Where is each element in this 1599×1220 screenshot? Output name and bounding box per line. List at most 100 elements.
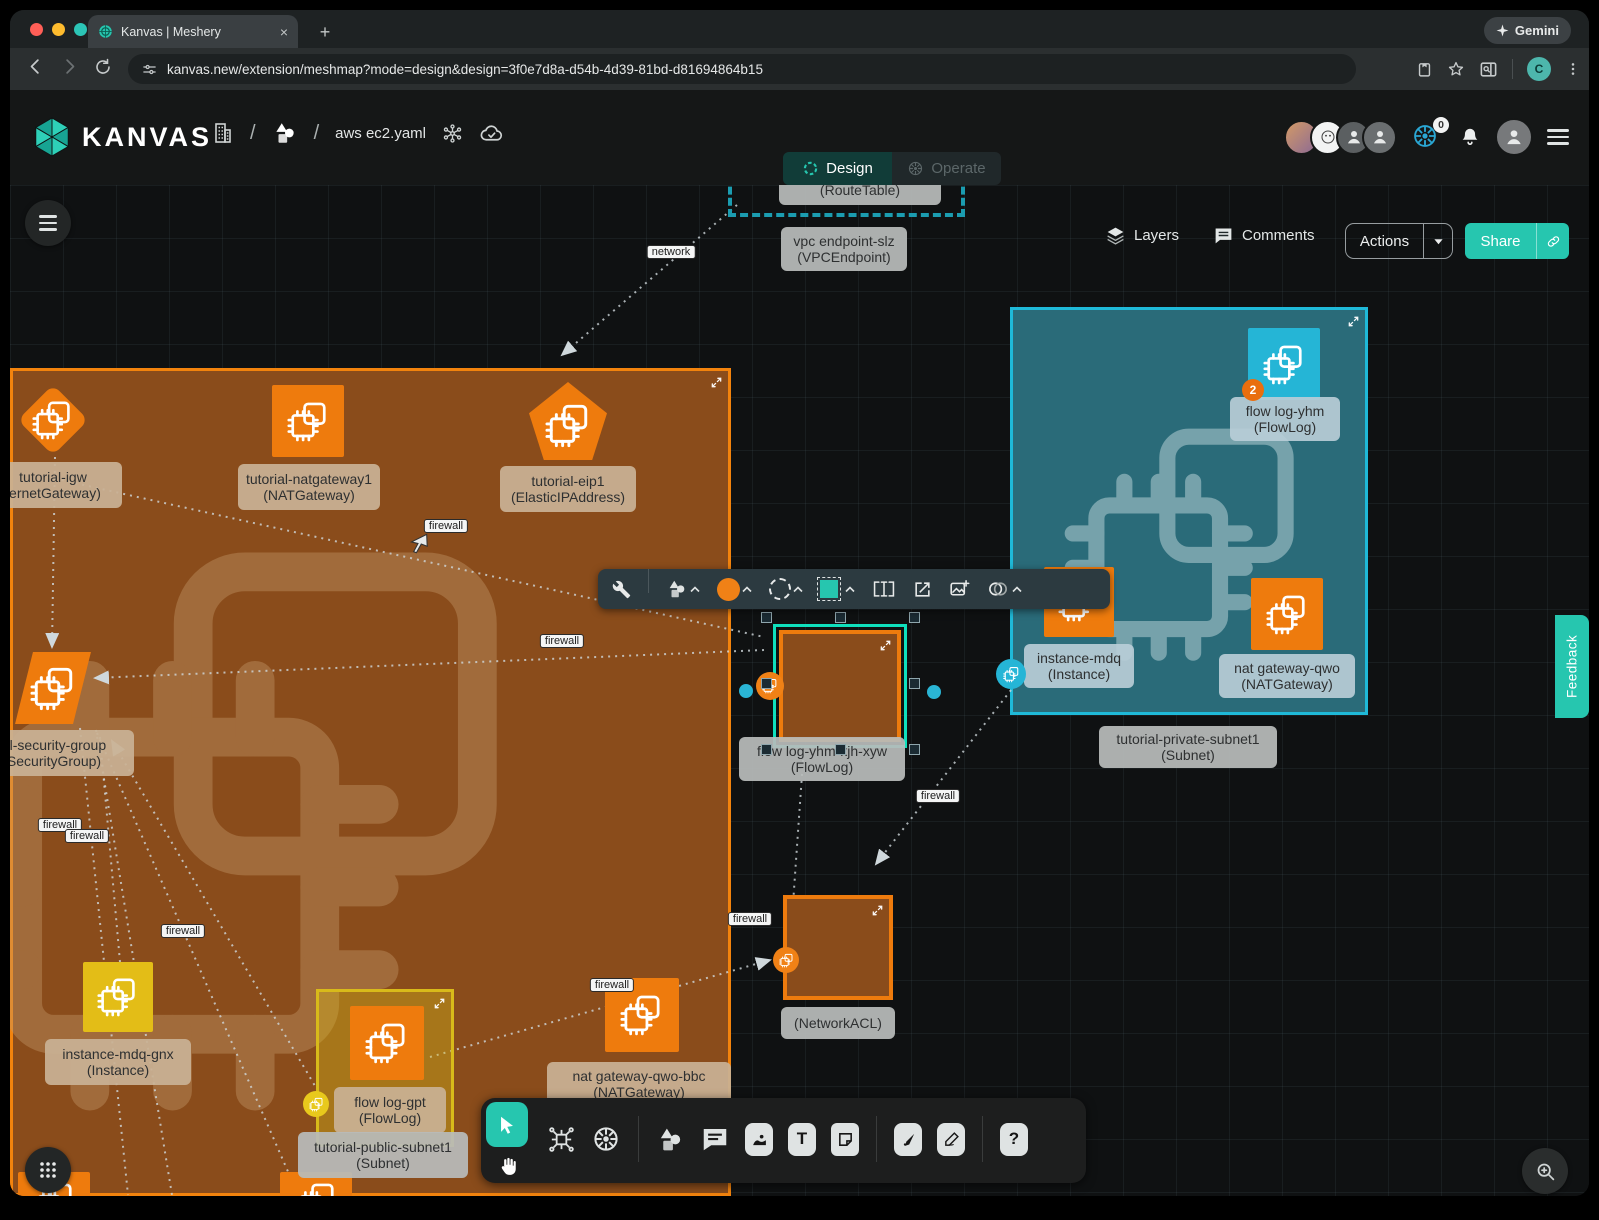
connection-dot[interactable]: [927, 685, 941, 699]
rename-icon[interactable]: [872, 579, 896, 599]
reload-icon[interactable]: [86, 58, 120, 81]
actions-button[interactable]: Actions: [1345, 223, 1453, 259]
share-button[interactable]: Share: [1465, 223, 1569, 259]
collapse-icon[interactable]: [871, 904, 884, 917]
grid-menu-button[interactable]: [25, 1147, 71, 1193]
pan-tool-button[interactable]: [492, 1152, 522, 1180]
node-nat-gateway-qwo[interactable]: [1251, 578, 1323, 650]
node-badge[interactable]: 2: [1242, 379, 1264, 401]
canvas-menu-button[interactable]: [25, 200, 71, 246]
workspace-shapes-icon[interactable]: [272, 120, 298, 146]
node-badge[interactable]: [996, 659, 1026, 689]
browser-urlbar: kanvas.new/extension/meshmap?mode=design…: [10, 48, 1589, 90]
design-file-name[interactable]: aws ec2.yaml: [335, 125, 426, 142]
comments-button[interactable]: Comments: [1213, 225, 1315, 246]
window-zoom-button[interactable]: [74, 23, 87, 36]
selection-handle[interactable]: [909, 678, 920, 689]
help-tool-icon[interactable]: ?: [1000, 1123, 1028, 1156]
chrome-profile-avatar[interactable]: C: [1527, 57, 1551, 81]
selection-handle[interactable]: [835, 612, 846, 623]
chip-icon: [779, 953, 794, 968]
add-image-icon[interactable]: [949, 579, 970, 600]
new-tab-button[interactable]: +: [313, 20, 337, 44]
browser-tab[interactable]: Kanvas | Meshery ×: [88, 15, 298, 48]
border-style-button[interactable]: [769, 578, 803, 600]
organization-icon[interactable]: [210, 120, 234, 146]
zoom-in-icon: [1535, 1161, 1556, 1182]
selection-color-button[interactable]: [820, 580, 855, 598]
site-settings-icon[interactable]: [142, 62, 157, 77]
feedback-tab[interactable]: Feedback: [1555, 615, 1589, 718]
connection-dot[interactable]: [739, 684, 753, 698]
node-tutorial-natgateway1[interactable]: [272, 385, 344, 457]
window-close-button[interactable]: [30, 23, 43, 36]
side-panel-search-icon[interactable]: [1479, 60, 1498, 79]
canvas[interactable]: Layers Comments Actions Share: [10, 185, 1589, 1196]
avatar-user-4[interactable]: [1362, 120, 1397, 155]
media-tool-icon[interactable]: [745, 1123, 773, 1156]
collapse-icon[interactable]: [710, 376, 723, 389]
tab-design[interactable]: Design: [783, 152, 892, 185]
selection-handle[interactable]: [761, 744, 772, 755]
node-badge[interactable]: [773, 947, 799, 973]
k8s-context-switcher[interactable]: 0: [1411, 122, 1445, 152]
browser-window: Kanvas | Meshery × + Gemini kan: [10, 10, 1589, 1196]
window-minimize-button[interactable]: [52, 23, 65, 36]
selection-handle[interactable]: [909, 612, 920, 623]
actions-dropdown-icon[interactable]: [1424, 236, 1452, 247]
selection-handle[interactable]: [835, 744, 846, 755]
node-tutorial-igw[interactable]: [18, 385, 88, 455]
edge[interactable]: [562, 205, 737, 355]
url-input[interactable]: kanvas.new/extension/meshmap?mode=design…: [128, 54, 1356, 84]
mesh-sync-icon[interactable]: [442, 123, 463, 144]
note-tool-icon[interactable]: [831, 1123, 859, 1156]
bookmark-star-icon[interactable]: [1447, 60, 1465, 78]
node-badge[interactable]: [303, 1091, 329, 1117]
kanvas-logo[interactable]: [32, 116, 72, 158]
copy-link-icon[interactable]: [1537, 234, 1569, 249]
node-instance-mdq-gnx[interactable]: [83, 962, 153, 1032]
layers-button[interactable]: Layers: [1105, 225, 1179, 246]
group-style-button[interactable]: [987, 579, 1022, 599]
tab-operate[interactable]: Operate: [892, 152, 1001, 185]
open-in-new-icon[interactable]: [913, 580, 932, 599]
header-menu-icon[interactable]: [1547, 129, 1569, 145]
text-tool-icon[interactable]: T: [788, 1123, 816, 1156]
kebab-menu-icon[interactable]: [1565, 61, 1581, 77]
collapse-icon[interactable]: [1347, 315, 1360, 328]
edge-label: firewall: [916, 789, 960, 803]
pen-tool-icon[interactable]: [894, 1123, 922, 1156]
gemini-button[interactable]: Gemini: [1484, 17, 1571, 44]
save-icon[interactable]: [1416, 61, 1433, 78]
node-flow-log-gpt[interactable]: [350, 1006, 424, 1080]
collaborator-avatars[interactable]: [1284, 120, 1397, 155]
zoom-search-button[interactable]: [1522, 1148, 1568, 1194]
collapse-icon[interactable]: [433, 997, 446, 1010]
breadcrumb-separator: /: [314, 122, 320, 145]
back-icon[interactable]: [18, 57, 52, 81]
components-tool-icon[interactable]: [547, 1125, 576, 1154]
configure-wrench-icon[interactable]: [612, 580, 631, 599]
edge-label: firewall: [424, 519, 468, 533]
selection-handle[interactable]: [761, 612, 772, 623]
selection-handle[interactable]: [909, 744, 920, 755]
pencil-tool-icon[interactable]: [937, 1123, 965, 1156]
tab-title: Kanvas | Meshery: [121, 25, 272, 39]
node-tutorial-security-group[interactable]: [14, 652, 92, 724]
node-network-acl[interactable]: [783, 895, 893, 1000]
profile-avatar[interactable]: [1495, 118, 1533, 156]
node-label-tutorial-private-subnet1: tutorial-private-subnet1(Subnet): [1099, 726, 1277, 768]
chip-icon: [97, 976, 139, 1018]
tab-close-icon[interactable]: ×: [280, 24, 288, 40]
border-style-swatch: [769, 578, 791, 600]
kubernetes-tool-icon[interactable]: [591, 1124, 621, 1154]
select-tool-button[interactable]: [486, 1102, 528, 1147]
fill-color-button[interactable]: [717, 578, 752, 601]
notifications-bell-icon[interactable]: [1459, 126, 1481, 148]
shapes-tool-button[interactable]: [666, 578, 700, 600]
cloud-save-icon[interactable]: [479, 121, 504, 146]
shapes-tool-icon[interactable]: [656, 1125, 685, 1154]
selection-handle[interactable]: [761, 678, 772, 689]
forward-icon[interactable]: [52, 57, 86, 81]
comment-tool-icon[interactable]: [700, 1124, 730, 1154]
